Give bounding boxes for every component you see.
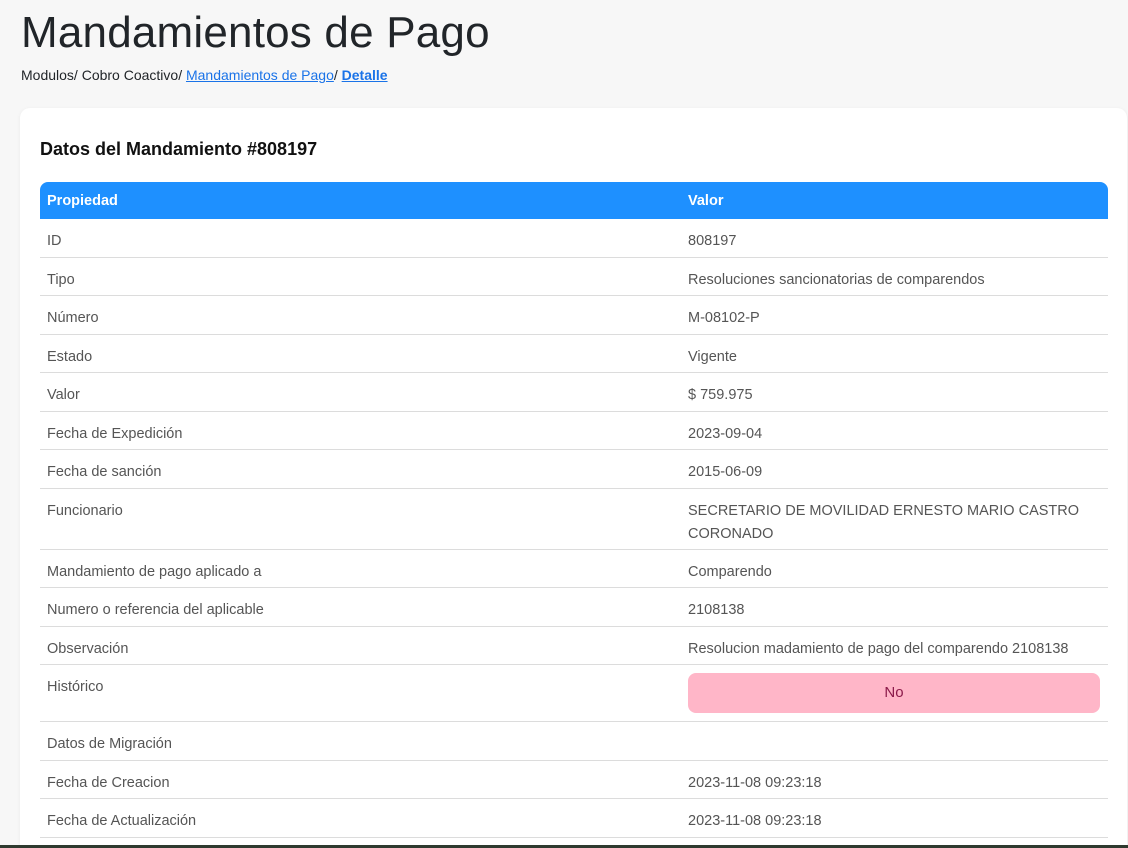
row-value: Resolucion madamiento de pago del compar… (688, 640, 1069, 657)
table-row: Fecha de Creacion 2023-11-08 09:23:18 (40, 761, 1108, 799)
breadcrumb-link-mandamientos[interactable]: Mandamientos de Pago (186, 67, 334, 83)
breadcrumb-separator: / (333, 67, 342, 83)
row-property: Numero o referencia del aplicable (47, 602, 264, 618)
page: Mandamientos de Pago Modulos/ Cobro Coac… (0, 0, 1128, 848)
breadcrumb-item-cobro-coactivo: Cobro Coactivo (81, 67, 179, 83)
table-row: Número M-08102-P (40, 296, 1108, 335)
row-value: SECRETARIO DE MOVILIDAD ERNESTO MARIO CA… (688, 502, 1080, 542)
breadcrumb: Modulos/ Cobro Coactivo/ Mandamientos de… (21, 66, 388, 84)
row-value: Vigente (688, 348, 737, 365)
header-valor: Valor (688, 192, 724, 209)
table-row: Numero o referencia del aplicable 210813… (40, 588, 1108, 627)
row-property: Número (47, 310, 99, 326)
page-title: Mandamientos de Pago (21, 8, 490, 57)
row-value: 2023-11-08 09:23:18 (688, 813, 822, 829)
row-value: 2023-11-08 09:23:18 (688, 774, 822, 791)
table-row: Observación Resolucion madamiento de pag… (40, 627, 1108, 665)
breadcrumb-separator: / (178, 67, 186, 83)
row-value: 2015-06-09 (688, 464, 763, 480)
table-row: Estado Vigente (40, 335, 1108, 373)
table-header: Propiedad Valor (40, 182, 1108, 219)
row-property: Tipo (47, 271, 75, 288)
detail-card: Datos del Mandamiento #808197 Propiedad … (20, 108, 1127, 848)
row-property: Fecha de sanción (47, 464, 162, 480)
table-row: Histórico No (40, 665, 1108, 722)
table-row: Mandamiento de pago aplicado a Comparend… (40, 550, 1108, 588)
breadcrumb-item-modulos: Modulos (21, 67, 74, 83)
row-value: 2023-09-04 (688, 425, 763, 442)
row-value: 808197 (688, 233, 737, 249)
table-row: Tipo Resoluciones sancionatorias de comp… (40, 258, 1108, 296)
breadcrumb-separator: / (73, 67, 82, 83)
details-table: Propiedad Valor ID 808197 Tipo Resolucio… (40, 182, 1108, 838)
row-property: Fecha de Creacion (47, 774, 170, 791)
row-value (681, 722, 1108, 733)
row-property: Fecha de Actualización (47, 813, 197, 829)
table-row: Funcionario SECRETARIO DE MOVILIDAD ERNE… (40, 489, 1108, 550)
header-propiedad: Propiedad (47, 192, 118, 209)
table-row: Fecha de sanción 2015-06-09 (40, 450, 1108, 489)
row-value: Resoluciones sancionatorias de comparend… (688, 271, 985, 288)
card-title: Datos del Mandamiento #808197 (40, 139, 318, 159)
row-value: M-08102-P (688, 310, 760, 326)
row-property: Mandamiento de pago aplicado a (47, 563, 262, 580)
table-row: Fecha de Expedición 2023-09-04 (40, 412, 1108, 450)
table-row: ID 808197 (40, 219, 1108, 258)
table-row: Fecha de Actualización 2023-11-08 09:23:… (40, 799, 1108, 838)
row-value: Comparendo (688, 563, 772, 580)
breadcrumb-link-detalle[interactable]: Detalle (342, 67, 388, 83)
row-value: No (681, 665, 1108, 713)
row-property: Estado (47, 348, 93, 365)
row-property: Valor (47, 387, 80, 403)
row-property: Fecha de Expedición (47, 425, 183, 442)
table-row: Valor $ 759.975 (40, 373, 1108, 412)
row-value: 2108138 (688, 602, 745, 618)
row-property: Datos de Migración (47, 736, 172, 752)
table-row: Datos de Migración (40, 722, 1108, 761)
row-property: ID (47, 233, 62, 249)
historico-badge: No (688, 673, 1100, 713)
row-value: $ 759.975 (688, 387, 753, 403)
row-property: Funcionario (47, 502, 123, 519)
row-property: Observación (47, 640, 129, 657)
row-property: Histórico (47, 679, 104, 695)
